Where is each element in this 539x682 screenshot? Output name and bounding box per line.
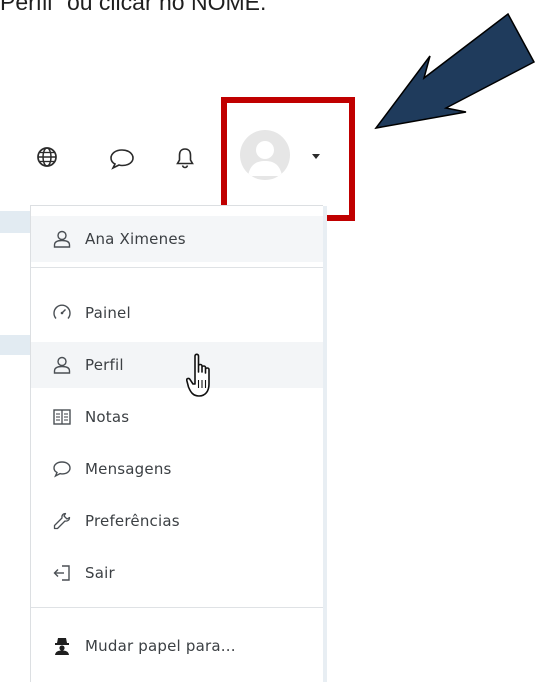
menu-divider bbox=[31, 267, 323, 268]
menu-item-label: Sair bbox=[85, 564, 115, 582]
menu-item-label: Perfil bbox=[85, 356, 124, 374]
user-icon bbox=[51, 354, 73, 376]
menu-item-switch-role[interactable]: Mudar papel para... bbox=[31, 623, 323, 669]
chevron-down-icon[interactable] bbox=[312, 154, 320, 159]
menu-item-painel[interactable]: Painel bbox=[31, 290, 323, 336]
menu-item-label: Mudar papel para... bbox=[85, 637, 236, 655]
menu-item-mensagens[interactable]: Mensagens bbox=[31, 446, 323, 492]
menu-item-label: Mensagens bbox=[85, 460, 172, 478]
avatar[interactable] bbox=[240, 130, 290, 180]
menu-item-notas[interactable]: Notas bbox=[31, 394, 323, 440]
user-dropdown-menu: Ana Ximenes Painel Perfil Notas Mensagen… bbox=[30, 205, 327, 682]
menu-item-label: Painel bbox=[85, 304, 131, 322]
user-secret-icon bbox=[51, 635, 73, 657]
chat-icon bbox=[51, 458, 73, 480]
globe-icon[interactable] bbox=[36, 146, 58, 168]
menu-item-user-name[interactable]: Ana Ximenes bbox=[31, 216, 323, 262]
logout-icon bbox=[51, 562, 73, 584]
messages-chat-icon[interactable] bbox=[109, 148, 135, 170]
background-strip bbox=[0, 211, 30, 233]
grades-icon bbox=[51, 406, 73, 428]
pointer-arrow-icon bbox=[368, 10, 538, 164]
menu-divider bbox=[31, 607, 323, 608]
wrench-icon bbox=[51, 510, 73, 532]
background-strip bbox=[0, 335, 30, 355]
menu-item-label: Ana Ximenes bbox=[85, 230, 186, 248]
menu-item-label: Notas bbox=[85, 408, 130, 426]
user-icon bbox=[51, 228, 73, 250]
gauge-icon bbox=[51, 302, 73, 324]
hand-cursor-icon bbox=[185, 352, 220, 406]
menu-item-sair[interactable]: Sair bbox=[31, 550, 323, 596]
bell-icon[interactable] bbox=[175, 146, 195, 170]
menu-item-preferencias[interactable]: Preferências bbox=[31, 498, 323, 544]
menu-item-perfil[interactable]: Perfil bbox=[31, 342, 323, 388]
instruction-caption: Perfil" ou clicar no NOME. bbox=[0, 0, 267, 15]
menu-item-label: Preferências bbox=[85, 512, 180, 530]
